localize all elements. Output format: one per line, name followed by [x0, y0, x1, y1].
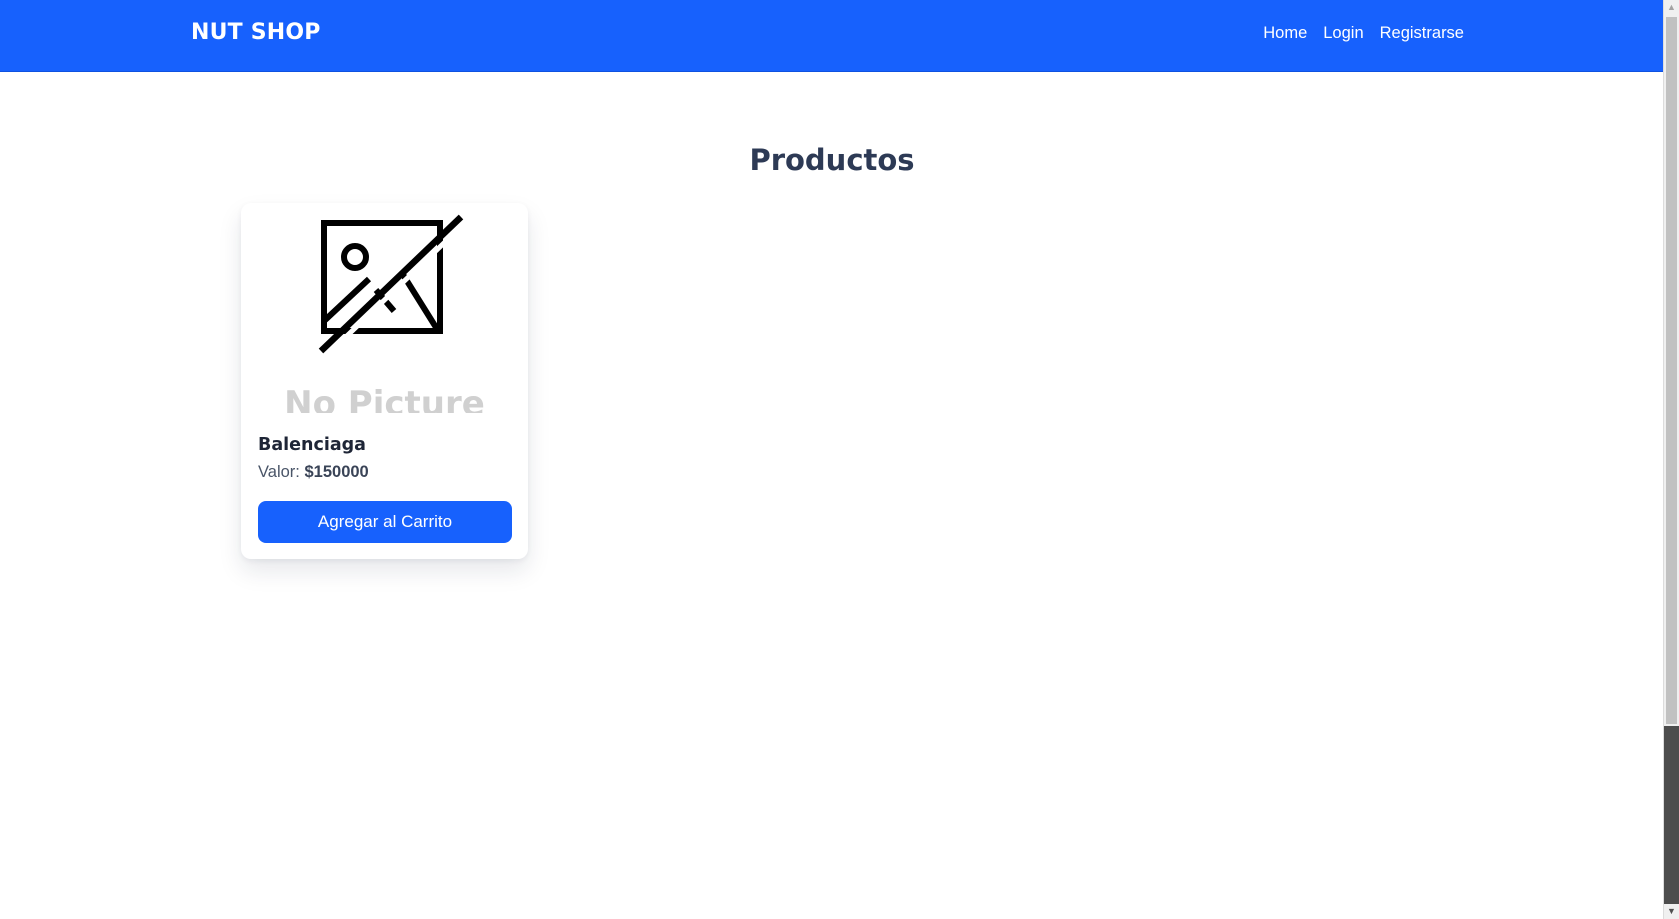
- vertical-scrollbar[interactable]: ▲ ▼: [1663, 0, 1679, 919]
- no-picture-label: No Picture: [284, 384, 485, 413]
- product-image: No Picture: [261, 203, 508, 413]
- navbar: NUT SHOP Home Login Registrarse: [0, 0, 1664, 72]
- price-label: Valor:: [258, 463, 300, 481]
- add-to-cart-button[interactable]: Agregar al Carrito: [258, 501, 512, 543]
- scrollbar-track-lower: [1664, 726, 1679, 904]
- price-value: $150000: [304, 463, 369, 481]
- brand-logo[interactable]: NUT SHOP: [191, 20, 321, 45]
- page: NUT SHOP Home Login Registrarse Producto…: [0, 0, 1679, 919]
- nav-link-home[interactable]: Home: [1263, 24, 1307, 43]
- page-title: Productos: [749, 143, 915, 177]
- no-picture-icon: [318, 214, 469, 357]
- scrollbar-thumb[interactable]: [1666, 17, 1677, 724]
- product-price: Valor: $150000: [258, 463, 369, 482]
- product-name: Balenciaga: [258, 435, 366, 455]
- nav-link-login[interactable]: Login: [1323, 24, 1363, 43]
- nav-link-register[interactable]: Registrarse: [1380, 24, 1464, 43]
- scroll-down-arrow-icon[interactable]: ▼: [1664, 904, 1679, 919]
- product-card: No Picture Balenciaga Valor: $150000 Agr…: [241, 203, 528, 559]
- scroll-up-arrow-icon[interactable]: ▲: [1664, 0, 1679, 15]
- nav-links: Home Login Registrarse: [1263, 24, 1464, 43]
